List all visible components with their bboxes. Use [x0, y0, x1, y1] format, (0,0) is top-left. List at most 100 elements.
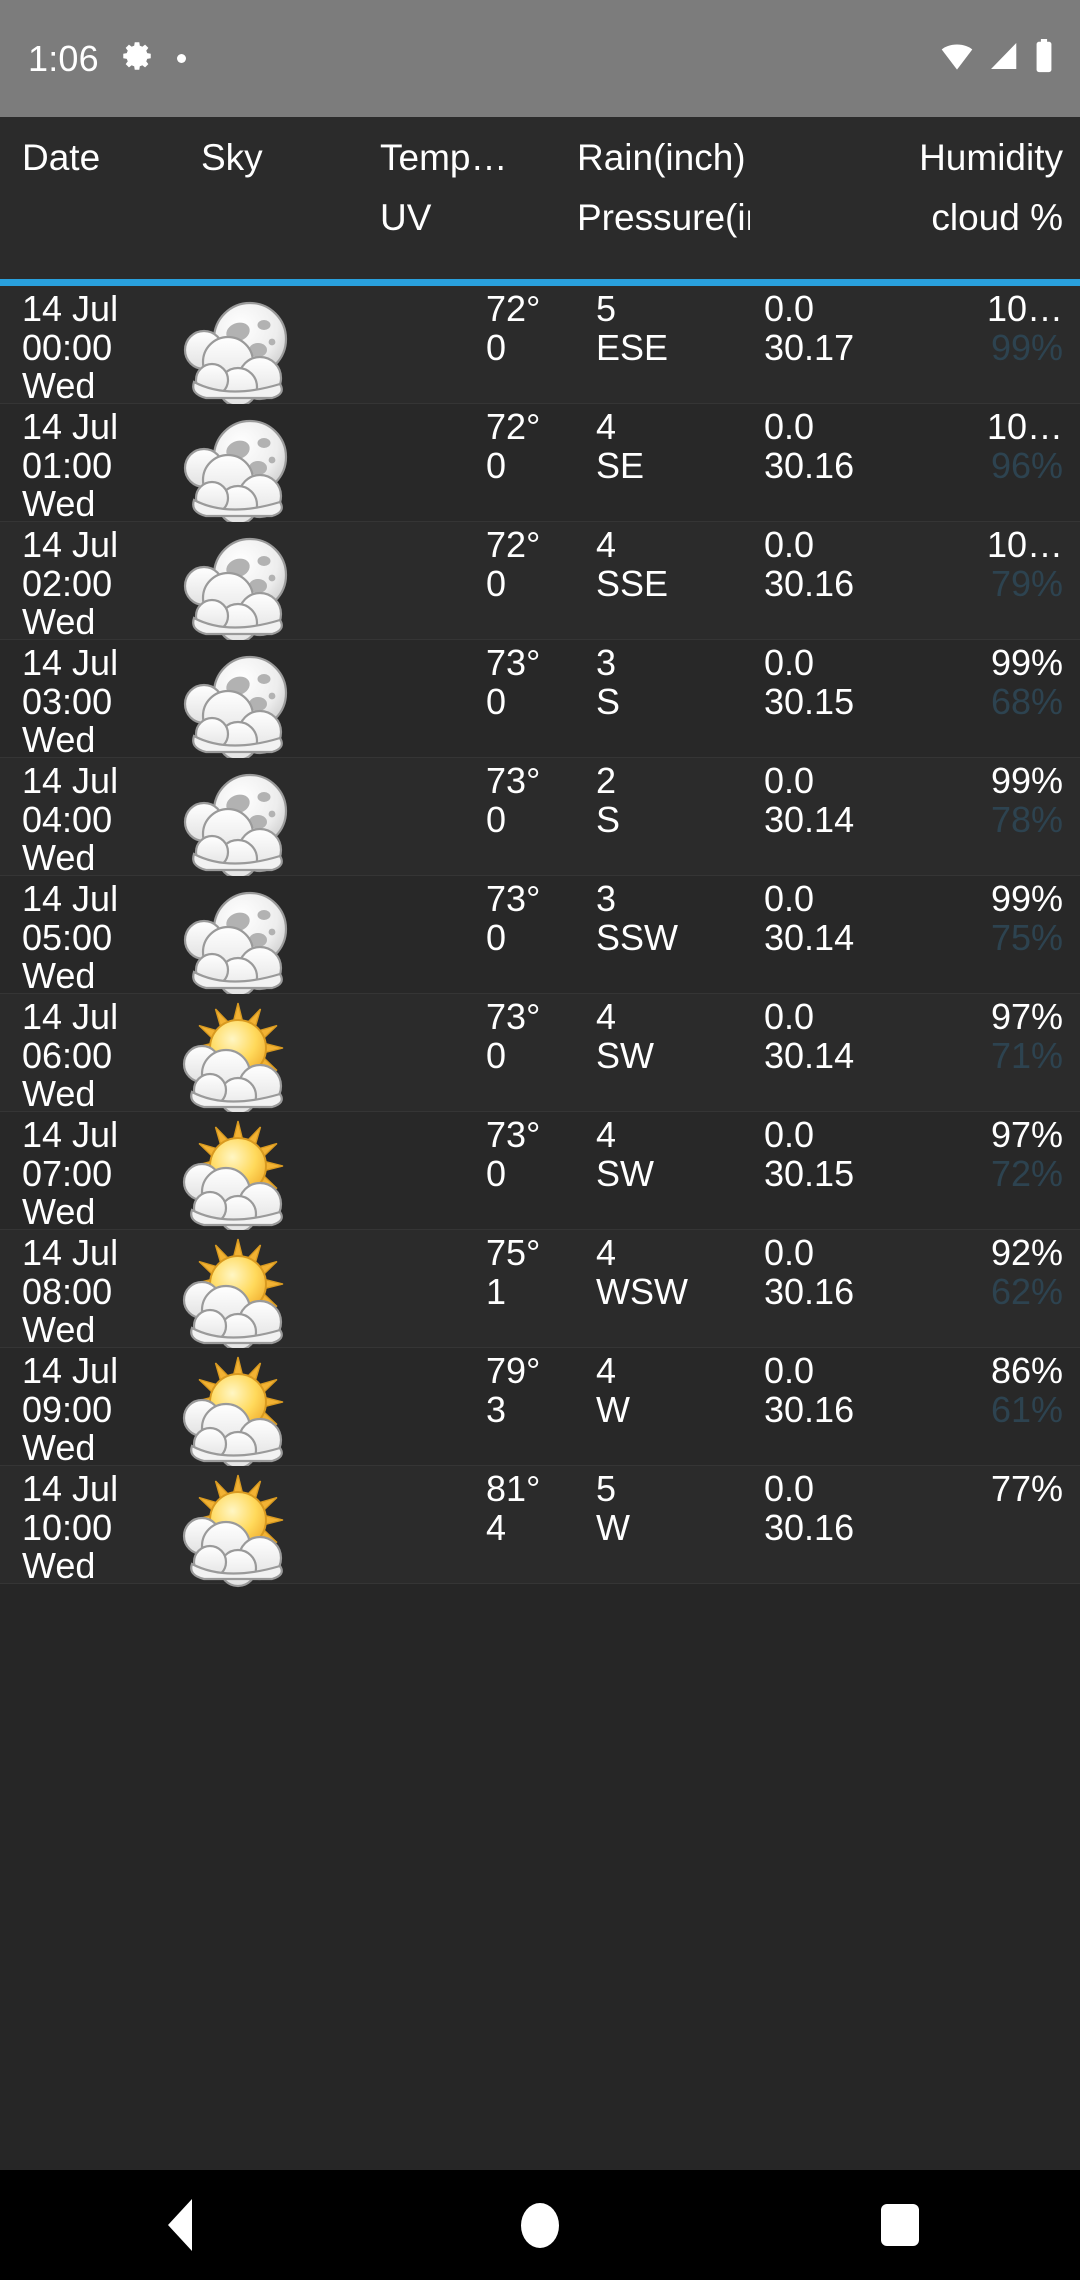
forecast-row[interactable]: 14 Jul 06:00 Wed 73° 0 4 SW 0.0 30.14 97…	[0, 994, 1080, 1116]
sun-cloud-icon	[182, 1356, 284, 1470]
forecast-cloud-cover: 71%	[990, 1034, 1063, 1076]
forecast-row[interactable]: 14 Jul 05:00 Wed 73° 0 3 SSW 0.0 30.14 9…	[0, 876, 1080, 998]
forecast-humidity: 77%	[990, 1470, 1063, 1509]
forecast-sky-cell	[168, 640, 336, 762]
hourly-forecast-list[interactable]: 14 Jul 00:00 Wed 72° 0 5 ESE 0.0 30.17 1…	[0, 286, 1080, 2170]
forecast-cloud-cover: 72%	[990, 1152, 1063, 1194]
forecast-wind-speed: 5	[596, 1468, 617, 1509]
forecast-wind-direction: SSW	[596, 916, 679, 958]
forecast-uv-index: 0	[486, 798, 507, 840]
sun-cloud-icon	[182, 1474, 284, 1588]
forecast-temperature: 72°	[486, 524, 541, 565]
forecast-sky-cell	[168, 1466, 336, 1588]
back-button[interactable]	[90, 2170, 270, 2280]
forecast-rain: 0.0	[764, 642, 815, 683]
forecast-sky-cell	[168, 876, 336, 998]
status-bar-right	[940, 39, 1054, 78]
forecast-pressure: 30.16	[764, 1506, 855, 1548]
column-header-uv[interactable]: UV	[370, 189, 570, 247]
forecast-pressure: 30.16	[764, 1388, 855, 1430]
forecast-uv-index: 0	[486, 326, 507, 368]
forecast-row[interactable]: 14 Jul 00:00 Wed 72° 0 5 ESE 0.0 30.17 1…	[0, 286, 1080, 408]
table-header: Date Sky Temp… Rain(inch) Humidity UV Pr…	[0, 117, 1080, 285]
forecast-wind-direction: W	[596, 1506, 630, 1548]
forecast-uv-index: 0	[486, 562, 507, 604]
sun-cloud-icon	[182, 1238, 284, 1352]
forecast-wind-direction: ESE	[596, 326, 669, 368]
forecast-sky-cell	[168, 1230, 336, 1352]
moon-cloud-icon	[183, 419, 288, 526]
forecast-row[interactable]: 14 Jul 07:00 Wed 73° 0 4 SW 0.0 30.15 97…	[0, 1112, 1080, 1234]
forecast-cloud-cover: 79%	[990, 562, 1063, 604]
recents-button[interactable]	[810, 2170, 990, 2280]
table-header-row-1: Date Sky Temp… Rain(inch) Humidity	[0, 129, 1080, 189]
forecast-temperature: 73°	[486, 1114, 541, 1155]
forecast-cloud-cover: 75%	[990, 916, 1063, 958]
sun-cloud-icon	[182, 1120, 284, 1234]
forecast-rain: 0.0	[764, 1468, 815, 1509]
battery-icon	[1034, 39, 1054, 78]
forecast-rain: 0.0	[764, 406, 815, 447]
forecast-cloud-cover: 96%	[990, 444, 1063, 486]
forecast-wind-speed: 2	[596, 760, 617, 801]
wifi-icon	[940, 41, 974, 76]
moon-cloud-icon	[183, 773, 288, 880]
forecast-wind-direction: SW	[596, 1152, 654, 1194]
column-header-pressure[interactable]: Pressure(in…	[570, 189, 750, 247]
forecast-rain: 0.0	[764, 288, 815, 329]
forecast-pressure: 30.15	[764, 680, 855, 722]
column-header-rain[interactable]: Rain(inch)	[570, 129, 750, 187]
forecast-wind-direction: W	[596, 1388, 630, 1430]
forecast-temperature: 79°	[486, 1350, 541, 1391]
forecast-row[interactable]: 14 Jul 03:00 Wed 73° 0 3 S 0.0 30.15 99%…	[0, 640, 1080, 762]
column-header-sky[interactable]: Sky	[190, 129, 370, 187]
forecast-uv-index: 0	[486, 680, 507, 722]
column-header-humidity[interactable]: Humidity	[910, 129, 1080, 187]
forecast-wind-speed: 4	[596, 1232, 617, 1273]
forecast-wind-direction: SW	[596, 1034, 654, 1076]
forecast-sky-cell	[168, 758, 336, 880]
column-header-cloud[interactable]: cloud %	[910, 189, 1080, 247]
forecast-row[interactable]: 14 Jul 04:00 Wed 73° 0 2 S 0.0 30.14 99%…	[0, 758, 1080, 880]
forecast-temperature: 75°	[486, 1232, 541, 1273]
forecast-sky-cell	[168, 994, 336, 1116]
forecast-rain: 0.0	[764, 524, 815, 565]
home-circle-icon	[521, 2202, 559, 2248]
column-header-temp[interactable]: Temp…	[370, 129, 570, 187]
forecast-row[interactable]: 14 Jul 02:00 Wed 72° 0 4 SSE 0.0 30.16 1…	[0, 522, 1080, 644]
forecast-humidity: 10…	[986, 290, 1063, 329]
gear-icon	[121, 39, 155, 78]
forecast-wind-speed: 4	[596, 524, 617, 565]
forecast-humidity: 10…	[986, 408, 1063, 447]
forecast-uv-index: 4	[486, 1506, 507, 1548]
forecast-rain: 0.0	[764, 1350, 815, 1391]
forecast-temperature: 73°	[486, 996, 541, 1037]
column-header-date[interactable]: Date	[0, 129, 190, 187]
forecast-pressure: 30.16	[764, 1270, 855, 1312]
forecast-row[interactable]: 14 Jul 09:00 Wed 79° 3 4 W 0.0 30.16 86%…	[0, 1348, 1080, 1470]
moon-cloud-icon	[183, 537, 288, 644]
forecast-rain: 0.0	[764, 996, 815, 1037]
forecast-humidity: 97%	[990, 998, 1063, 1037]
forecast-uv-index: 0	[486, 916, 507, 958]
forecast-wind-speed: 3	[596, 642, 617, 683]
forecast-wind-direction: S	[596, 680, 621, 722]
home-button[interactable]	[450, 2170, 630, 2280]
forecast-cloud-cover: 78%	[990, 798, 1063, 840]
forecast-temperature: 73°	[486, 642, 541, 683]
forecast-row[interactable]: 14 Jul 01:00 Wed 72° 0 4 SE 0.0 30.16 10…	[0, 404, 1080, 526]
forecast-temperature: 81°	[486, 1468, 541, 1509]
forecast-wind-speed: 3	[596, 878, 617, 919]
forecast-row[interactable]: 14 Jul 10:00 Wed 81° 4 5 W 0.0 30.16 77%	[0, 1466, 1080, 1588]
forecast-wind-speed: 4	[596, 996, 617, 1037]
forecast-row[interactable]: 14 Jul 08:00 Wed 75° 1 4 WSW 0.0 30.16 9…	[0, 1230, 1080, 1352]
weather-hourly-screen: 1:06 Date Sky Temp… Rain(inch) Humidity …	[0, 0, 1080, 2280]
forecast-pressure: 30.17	[764, 326, 855, 368]
forecast-rain: 0.0	[764, 1232, 815, 1273]
forecast-humidity: 97%	[990, 1116, 1063, 1155]
recents-square-icon	[881, 2204, 919, 2246]
forecast-uv-index: 0	[486, 1152, 507, 1194]
forecast-pressure: 30.14	[764, 1034, 855, 1076]
forecast-wind-direction: WSW	[596, 1270, 688, 1312]
forecast-humidity: 10…	[986, 526, 1063, 565]
